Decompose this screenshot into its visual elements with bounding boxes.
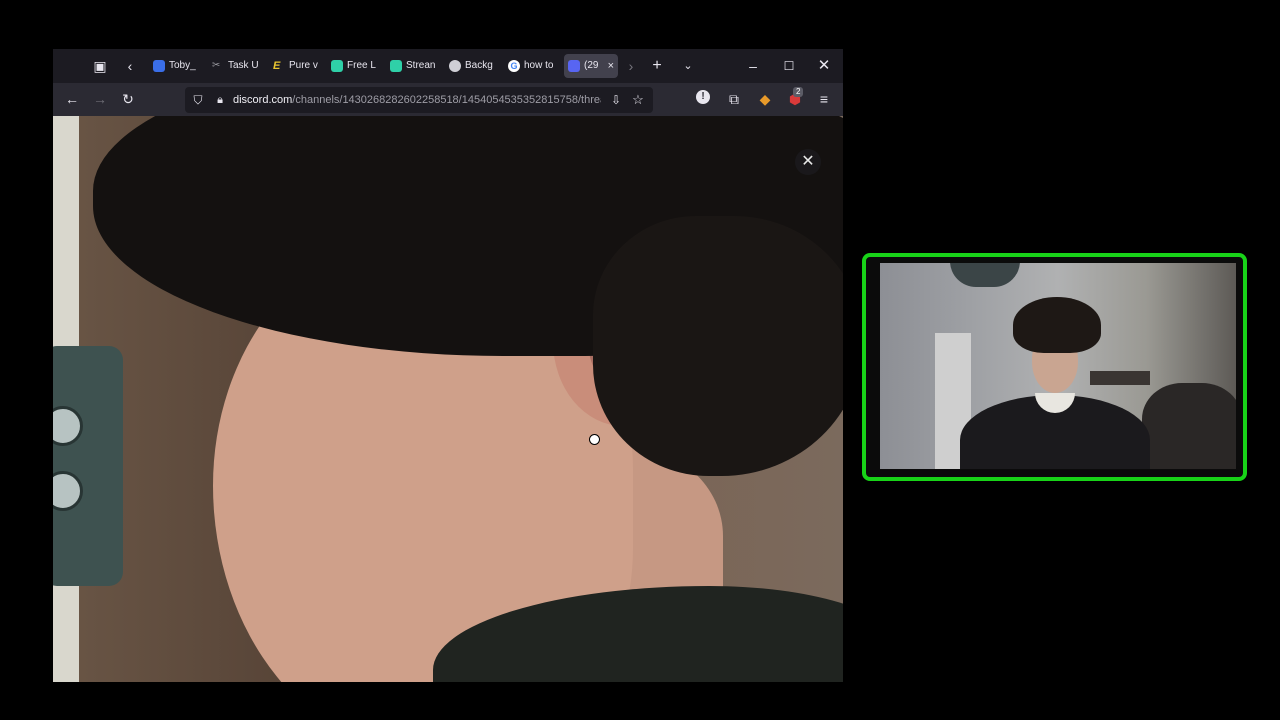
new-tab-icon[interactable]: + xyxy=(648,57,666,75)
tab-discord-active[interactable]: (29 × xyxy=(564,54,618,78)
phone-in-photo xyxy=(53,346,123,586)
scroll-tabs-right-icon[interactable]: › xyxy=(622,57,640,75)
url-text[interactable]: discord.com/channels/1430268282602258518… xyxy=(233,87,601,113)
tab-groups-icon[interactable]: ▣ xyxy=(91,57,109,75)
tab-bar: ▣ ‹ Toby_ ✂ Task U E Pure v Free L Strea… xyxy=(53,49,843,83)
image-lightbox: ✕ xyxy=(53,116,843,682)
docs-icon xyxy=(153,60,165,72)
webcam-feed xyxy=(880,263,1236,469)
close-tab-icon[interactable]: × xyxy=(608,54,614,78)
minimize-icon[interactable]: – xyxy=(744,57,762,75)
address-bar[interactable]: ⛉ 🔒︎ discord.com/channels/14302682826022… xyxy=(185,87,653,113)
extensions-icon[interactable]: ⧉ xyxy=(725,90,743,108)
google-icon: G xyxy=(508,60,520,72)
tab-task[interactable]: ✂ Task U xyxy=(208,54,266,78)
tab-pure[interactable]: E Pure v xyxy=(269,54,327,78)
list-all-tabs-icon[interactable]: ⌄ xyxy=(679,57,697,75)
forward-icon[interactable]: → xyxy=(91,90,109,108)
app-icon xyxy=(331,60,343,72)
e-logo-icon: E xyxy=(273,60,281,72)
photo xyxy=(53,116,843,682)
extension-badge: 2 xyxy=(793,87,804,97)
reload-icon[interactable]: ↻ xyxy=(119,90,137,108)
extension-orange-icon[interactable]: ◆ xyxy=(756,90,774,108)
back-icon[interactable]: ← xyxy=(63,90,81,108)
bookmark-star-icon[interactable]: ☆ xyxy=(629,91,647,109)
tab-stream[interactable]: Strean xyxy=(386,54,444,78)
save-to-pocket-icon[interactable]: ⇩ xyxy=(607,91,625,109)
tab-google[interactable]: G how to xyxy=(504,54,562,78)
scissors-icon: ✂ xyxy=(212,60,221,71)
tab-free[interactable]: Free L xyxy=(327,54,385,78)
discord-icon xyxy=(568,60,580,72)
mouse-cursor xyxy=(589,434,600,445)
browser-window: ▣ ‹ Toby_ ✂ Task U E Pure v Free L Strea… xyxy=(53,49,843,682)
menu-icon[interactable]: ≡ xyxy=(815,90,833,108)
tab-background[interactable]: Backg xyxy=(445,54,503,78)
site-icon xyxy=(449,60,461,72)
webcam-overlay xyxy=(862,253,1247,481)
info-icon[interactable]: ! xyxy=(696,90,710,104)
navigation-toolbar: ← → ↻ ⛉ 🔒︎ discord.com/channels/14302682… xyxy=(53,83,843,116)
lock-icon[interactable]: 🔒︎ xyxy=(211,91,229,109)
tab-toby[interactable]: Toby_ xyxy=(149,54,207,78)
app-icon xyxy=(390,60,402,72)
scroll-tabs-left-icon[interactable]: ‹ xyxy=(121,57,139,75)
close-window-icon[interactable]: ✕ xyxy=(815,57,833,75)
lightbox-close-button[interactable]: ✕ xyxy=(795,149,821,175)
shield-icon[interactable]: ⛉ xyxy=(189,91,207,109)
maximize-icon[interactable]: ☐ xyxy=(780,57,798,75)
